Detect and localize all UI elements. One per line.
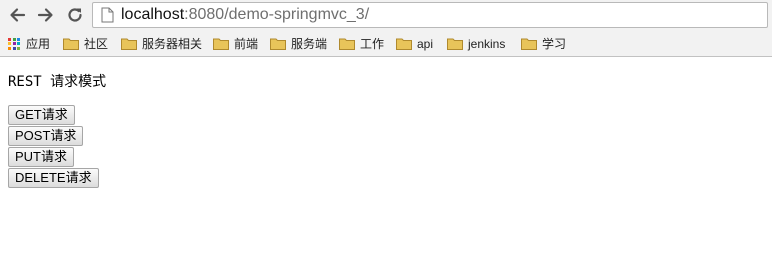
apps-grid-dot: [12, 46, 16, 50]
page-icon: [101, 7, 114, 23]
bookmark-folder-study[interactable]: 学习: [521, 34, 566, 53]
bookmark-folder-work[interactable]: 工作: [339, 34, 384, 53]
apps-grid-dot: [8, 42, 11, 45]
bookmark-folder-frontend[interactable]: 前端: [213, 34, 258, 53]
folder-icon: [63, 38, 79, 50]
folder-icon: [121, 38, 137, 50]
address-bar[interactable]: localhost:8080/demo-springmvc_3/: [92, 2, 768, 28]
back-button[interactable]: [6, 4, 28, 26]
apps-grid-dot: [8, 37, 11, 41]
bookmark-label: 服务器相关: [142, 37, 203, 51]
bookmarks-bar: 应用 社区 服务器相关 前端 服务端 工作 api jenkins 学习: [0, 31, 772, 57]
bookmark-folder-api[interactable]: api: [396, 34, 433, 53]
url-host: localhost: [121, 6, 185, 23]
put-request-button[interactable]: PUT请求: [8, 147, 75, 167]
forward-arrow-icon: [37, 8, 53, 22]
folder-icon: [521, 38, 537, 50]
url-path: :8080/demo-springmvc_3/: [184, 6, 370, 23]
bookmark-label: 前端: [234, 37, 259, 51]
bookmark-folder-jenkins[interactable]: jenkins: [447, 34, 505, 53]
bookmark-apps[interactable]: 应用: [8, 34, 50, 53]
bookmark-folder-server[interactable]: 服务器相关: [121, 34, 202, 53]
bookmark-label: 服务端: [291, 37, 328, 51]
folder-icon: [213, 38, 229, 50]
bookmark-label: 应用: [26, 37, 51, 51]
post-request-button[interactable]: POST请求: [8, 126, 84, 146]
back-arrow-icon: [10, 8, 26, 22]
url-text: localhost:8080/demo-springmvc_3/: [121, 5, 369, 25]
apps-grid-dot: [17, 37, 20, 41]
apps-grid-dot: [12, 37, 16, 41]
delete-request-button[interactable]: DELETE请求: [8, 168, 99, 188]
browser-toolbar: localhost:8080/demo-springmvc_3/: [0, 0, 772, 31]
reload-icon: [68, 8, 82, 22]
page-content: REST 请求模式 GET请求 POST请求 PUT请求 DELETE请求: [8, 73, 106, 189]
bookmark-label: 学习: [542, 37, 567, 51]
folder-icon: [339, 38, 355, 50]
bookmark-label: 工作: [360, 37, 385, 51]
bookmark-folder-backend[interactable]: 服务端: [270, 34, 327, 53]
bookmark-label: 社区: [84, 37, 109, 51]
bookmark-label: api: [417, 36, 434, 51]
folder-icon: [447, 38, 463, 50]
apps-grid-dot: [17, 42, 20, 45]
apps-icon: [8, 37, 20, 50]
bookmark-folder-community[interactable]: 社区: [63, 34, 108, 53]
apps-grid-dot: [12, 42, 16, 45]
reload-button[interactable]: [64, 4, 86, 26]
apps-grid-dot: [8, 46, 11, 50]
folder-icon: [396, 38, 412, 50]
forward-button[interactable]: [35, 4, 57, 26]
folder-icon: [270, 38, 286, 50]
apps-grid-dot: [17, 46, 20, 50]
page-title: REST 请求模式: [8, 74, 107, 90]
bookmark-label: jenkins: [468, 36, 506, 51]
get-request-button[interactable]: GET请求: [8, 105, 75, 125]
